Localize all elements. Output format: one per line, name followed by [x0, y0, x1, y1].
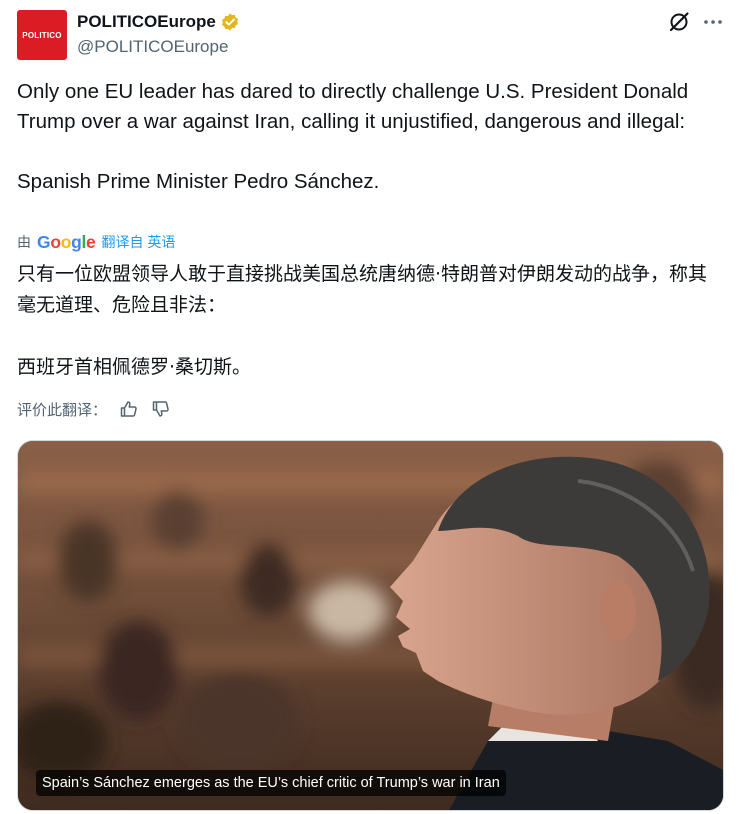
thumbs-up-icon[interactable] [119, 399, 139, 419]
verified-badge-icon [220, 12, 240, 32]
google-letter: g [71, 231, 82, 252]
thumbs-down-icon[interactable] [151, 399, 171, 419]
google-letter: G [37, 231, 51, 252]
rate-translation-row: 评价此翻译： [17, 398, 171, 420]
grok-icon[interactable] [668, 11, 690, 33]
translation-attribution: 由 Google 翻译自 英语 [17, 231, 175, 253]
photo-illustration [18, 441, 723, 810]
avatar-logo-text: POLITICO [22, 30, 62, 40]
google-letter: o [50, 231, 61, 252]
google-letter: o [60, 231, 72, 252]
google-letter: e [86, 231, 96, 252]
google-logo: Google [37, 231, 96, 253]
translated-from-link[interactable]: 翻译自 英语 [101, 232, 175, 252]
author-name-row: POLITICOEurope [77, 11, 240, 33]
translated-text: 只有一位欧盟领导人敢于直接挑战美国总统唐纳德·特朗普对伊朗发动的战争，称其毫无道… [17, 263, 708, 378]
media-caption: Spain’s Sánchez emerges as the EU’s chie… [36, 770, 506, 796]
rate-translation-label: 评价此翻译： [17, 400, 108, 419]
more-options-icon[interactable] [702, 11, 724, 33]
translated-by-label: 由 [17, 234, 31, 250]
user-handle[interactable]: @POLITICOEurope [77, 37, 228, 57]
tweet-text: Only one EU leader has dared to directly… [17, 80, 689, 193]
tweet-media-photo[interactable]: Spain’s Sánchez emerges as the EU’s chie… [17, 440, 724, 811]
avatar[interactable]: POLITICO [17, 10, 67, 60]
display-name[interactable]: POLITICOEurope [77, 12, 216, 32]
